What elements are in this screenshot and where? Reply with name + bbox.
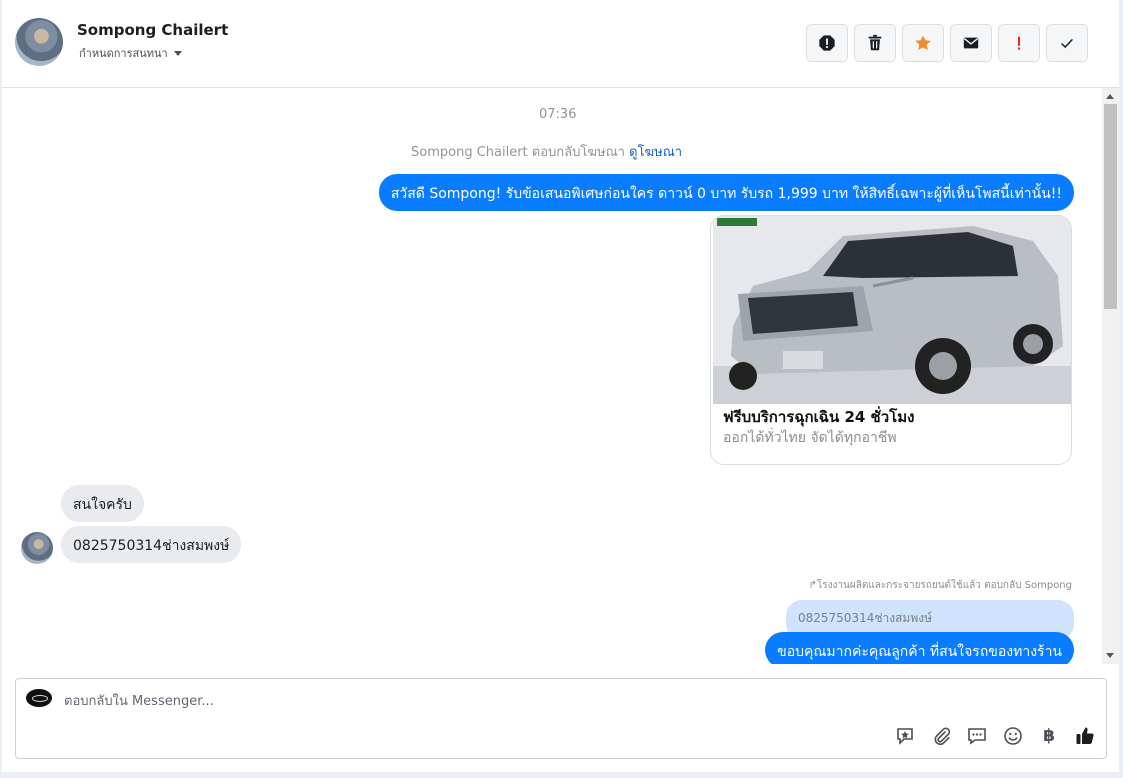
ad-card[interactable]: ฟรีบบริการฉุกเฉิน 24 ชั่วโมง ออกได้ทั่วไ… [710,215,1072,465]
scroll-down-arrow-icon[interactable] [1106,653,1114,658]
header-toolbar [806,24,1088,62]
message-composer: ฿ [15,678,1107,759]
ad-reply-text: Sompong Chailert ตอบกลับโฆษณา [411,145,625,160]
ad-card-title: ฟรีบบริการฉุกเฉิน 24 ชั่วโมง [723,408,915,426]
saved-reply-icon [897,728,913,745]
trash-icon [868,34,882,51]
composer-toolbar: ฿ [894,725,1096,747]
payment-button[interactable]: ฿ [1038,725,1060,747]
envelope-icon [963,37,979,49]
contact-avatar[interactable] [15,18,63,66]
outgoing-message[interactable]: สวัสดี Sompong! รับข้อเสนอพิเศษก่อนใคร ด… [378,174,1074,211]
assign-conversation-dropdown[interactable]: กำหนดการสนทนา [79,44,182,62]
suv-image-icon [713,216,1071,404]
reply-input[interactable] [64,691,824,711]
mark-unread-button[interactable] [950,24,992,62]
caret-down-icon [173,50,182,56]
quick-replies-button[interactable] [966,725,988,747]
incoming-message[interactable]: สนใจครับ [61,485,144,522]
contact-avatar-small [21,532,53,564]
message-thread[interactable]: 07:36 Sompong Chailert ตอบกลับโฆษณา ดูโฆ… [2,88,1102,664]
ad-reply-notice: Sompong Chailert ตอบกลับโฆษณา ดูโฆษณา [411,141,682,162]
follow-up-button[interactable] [998,24,1040,62]
emoji-button[interactable] [1002,725,1024,747]
spam-icon [819,35,835,51]
incoming-message[interactable]: 0825750314ช่างสมพงษ์ [61,526,242,563]
saved-replies-button[interactable] [894,725,916,747]
star-button[interactable] [902,24,944,62]
assign-conversation-label: กำหนดการสนทนา [79,47,168,60]
like-button[interactable] [1074,725,1096,747]
inbox-panel: Sompong Chailert กำหนดการสนทนา 07:36 Som… [2,0,1119,772]
view-ad-link[interactable]: ดูโฆษณา [629,145,682,160]
attach-file-button[interactable] [930,725,952,747]
ad-card-subtitle: ออกได้ทั่วไทย จัดได้ทุกอาชีพ [723,430,897,446]
chat-bubbles-icon [968,728,986,745]
conversation-header: Sompong Chailert กำหนดการสนทนา [2,0,1119,88]
message-timestamp: 07:36 [539,107,577,122]
ad-card-image [713,216,1071,404]
emoji-icon [1004,727,1022,745]
scrollbar-thumb[interactable] [1104,104,1117,309]
star-icon [915,35,931,51]
baht-icon: ฿ [1043,726,1055,746]
thumbs-up-icon [1076,727,1094,744]
attachment-icon [934,727,951,746]
checkmark-icon [1061,38,1073,49]
delete-button[interactable] [854,24,896,62]
exclamation-icon [1017,36,1021,50]
outgoing-message[interactable]: ขอบคุณมากค่ะคุณลูกค้า ที่สนใจรถของทางร้า… [765,632,1074,664]
reply-note: ↱โรงงานผลิตและกระจายรถยนต์ใช้แล้ว ตอบกลั… [808,580,1072,591]
mark-done-button[interactable] [1046,24,1088,62]
page-avatar [26,689,52,707]
mark-spam-button[interactable] [806,24,848,62]
scroll-up-arrow-icon[interactable] [1106,94,1114,99]
contact-name[interactable]: Sompong Chailert [77,21,228,39]
thread-scrollbar[interactable] [1102,88,1119,664]
